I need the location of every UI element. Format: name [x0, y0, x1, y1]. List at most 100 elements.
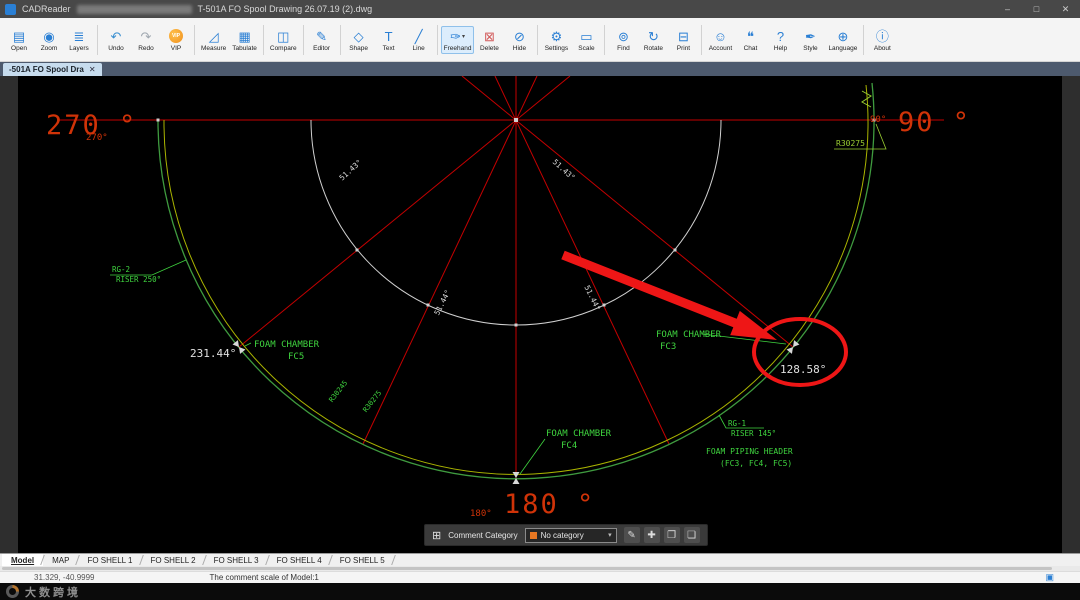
toolbar-separator	[701, 24, 703, 55]
toolbar-button-settings[interactable]: ⚙ Settings	[541, 26, 571, 54]
toolbar-button-tabulate[interactable]: ▦ Tabulate	[229, 26, 260, 54]
document-tab[interactable]: -501A FO Spool Dra ✕	[3, 63, 102, 76]
freehand-icon: ✑	[450, 28, 461, 44]
watermark-logo	[6, 585, 19, 598]
label-rg1-riser: RISER 145°	[731, 429, 776, 438]
toolbar-button-rotate[interactable]: ↻ Rotate	[638, 26, 668, 54]
category-color-swatch	[529, 531, 537, 539]
editor-icon: ✎	[316, 28, 328, 44]
minimize-button[interactable]: –	[993, 0, 1022, 18]
category-grid-icon[interactable]: ⊞	[432, 529, 441, 542]
measure-icon: ◿	[208, 28, 219, 44]
toolbar-button-open[interactable]: ▤ Open	[4, 26, 34, 54]
toolbar-button-label: Settings	[544, 44, 569, 52]
dropdown-arrow-icon: ▾	[461, 33, 465, 40]
toolbar-button-zoom[interactable]: ◉ Zoom	[34, 26, 64, 54]
label-fc5-tag: FC5	[288, 352, 304, 362]
category-dropdown[interactable]: No category ▾	[524, 527, 617, 543]
drawing-canvas[interactable]: 270 ° 270° 90 ° 90° 180 ° 180° 231.44° 1…	[0, 76, 1080, 553]
toolbar-separator	[436, 24, 438, 55]
maximize-button[interactable]: □	[1022, 0, 1051, 18]
toolbar-button-about[interactable]: ⓘ About	[867, 26, 897, 54]
toolbar-separator	[537, 24, 539, 55]
copy-icon[interactable]: ❐	[663, 527, 680, 543]
sheet-tab-fo-shell-4[interactable]: FO SHELL 4	[268, 554, 331, 566]
toolbar-button-freehand[interactable]: ✑ ▾ Freehand	[440, 25, 475, 54]
toolbar-button-label: Chat	[743, 44, 758, 52]
toolbar-button-line[interactable]: ╱ Line	[404, 26, 434, 54]
toolbar-button-label: Account	[708, 44, 733, 52]
label-angle-180-big: 180 °	[504, 489, 595, 520]
status-message: The comment scale of Model:1	[209, 573, 319, 582]
toolbar-separator	[604, 24, 606, 55]
label-radius-main: R30275	[836, 139, 865, 148]
toolbar-button-account[interactable]: ☺ Account	[705, 26, 735, 54]
category-selected-value: No category	[540, 530, 584, 540]
paste-icon[interactable]: ❏	[683, 527, 700, 543]
toolbar-button-delete[interactable]: ⊠ Delete	[474, 26, 504, 54]
status-bar: 31.329, -40.9999 The comment scale of Mo…	[0, 571, 1080, 583]
toolbar-button-shape[interactable]: ◇ Shape	[344, 26, 374, 54]
close-button[interactable]: ✕	[1051, 0, 1080, 18]
toolbar-button-label: Zoom	[40, 44, 58, 52]
language-icon: ⊕	[837, 28, 849, 44]
comment-bar-icons: ✎ ✚ ❐ ❏	[623, 527, 700, 543]
cursor-coordinates: 31.329, -40.9999	[34, 573, 95, 582]
toolbar-button-redo[interactable]: ↷ Redo	[131, 26, 161, 54]
toolbar-button-style[interactable]: ✒ Style	[795, 26, 825, 54]
text-icon: T	[384, 28, 393, 44]
horizontal-scrollbar[interactable]	[0, 566, 1080, 571]
sheet-tabs: Model MAP FO SHELL 1 FO SHELL 2 FO SHELL 3 FO…	[0, 553, 1080, 566]
toolbar-button-label: Help	[773, 44, 788, 52]
toolbar-button-text[interactable]: T Text	[374, 26, 404, 54]
sheet-tab-model[interactable]: Model	[2, 554, 44, 566]
sheet-tab-fo-shell-5[interactable]: FO SHELL 5	[331, 554, 394, 566]
sheet-tab-fo-shell-1[interactable]: FO SHELL 1	[78, 554, 141, 566]
toolbar-button-vip[interactable]: VIP VIP	[161, 26, 191, 54]
app-name: CADReader	[22, 4, 71, 14]
move-icon[interactable]: ✚	[643, 527, 660, 543]
tab-close-icon[interactable]: ✕	[89, 65, 96, 74]
document-icon[interactable]: ▣	[1045, 572, 1054, 583]
sheet-tab-map[interactable]: MAP	[43, 554, 78, 566]
toolbar-button-label: Undo	[108, 44, 124, 52]
scrollbar-thumb[interactable]	[2, 567, 1052, 570]
help-icon: ?	[776, 28, 785, 44]
toolbar-button-label: Compare	[269, 44, 297, 52]
rotate-icon: ↻	[647, 28, 659, 44]
edit-icon[interactable]: ✎	[623, 527, 640, 543]
toolbar-button-compare[interactable]: ◫ Compare	[267, 26, 300, 54]
toolbar-button-scale[interactable]: ▭ Scale	[571, 26, 601, 54]
toolbar-button-label: Rotate	[643, 44, 664, 52]
toolbar-button-label: About	[873, 44, 891, 52]
toolbar-button-editor[interactable]: ✎ Editor	[307, 26, 337, 54]
sheet-tab-fo-shell-2[interactable]: FO SHELL 2	[142, 554, 205, 566]
zoom-icon: ◉	[43, 28, 55, 44]
toolbar-button-undo[interactable]: ↶ Undo	[101, 26, 131, 54]
window-controls: – □ ✕	[993, 0, 1080, 18]
toolbar-button-help[interactable]: ? Help	[765, 26, 795, 54]
toolbar-button-measure[interactable]: ◿ Measure	[198, 26, 229, 54]
undo-icon: ↶	[110, 28, 122, 44]
label-fc3-tag: FC3	[660, 342, 676, 352]
style-icon: ✒	[804, 28, 816, 44]
toolbar-button-label: Print	[676, 44, 691, 52]
toolbar-button-label: Open	[11, 44, 27, 52]
label-rg2: RG-2	[112, 265, 130, 274]
toolbar-button-language[interactable]: ⊕ Language	[825, 26, 860, 54]
label-angle-180-small: 180°	[470, 509, 492, 519]
toolbar-button-layers[interactable]: ≣ Layers	[64, 26, 94, 54]
tabulate-icon: ▦	[238, 28, 251, 44]
toolbar-button-chat[interactable]: ❝ Chat	[735, 26, 765, 54]
open-icon: ▤	[12, 28, 26, 44]
toolbar-button-find[interactable]: ⊚ Find	[608, 26, 638, 54]
sheet-tab-fo-shell-3[interactable]: FO SHELL 3	[205, 554, 268, 566]
label-span-top-left: 51.43°	[337, 158, 363, 183]
radial-lines	[58, 76, 944, 478]
compare-icon: ◫	[277, 28, 290, 44]
toolbar-button-hide[interactable]: ⊘ Hide	[504, 26, 534, 54]
toolbar-button-print[interactable]: ⊟ Print	[668, 26, 698, 54]
label-angle-fc5: 231.44°	[190, 347, 236, 360]
scale-icon: ▭	[580, 28, 593, 44]
document-tab-label: -501A FO Spool Dra	[9, 65, 84, 74]
